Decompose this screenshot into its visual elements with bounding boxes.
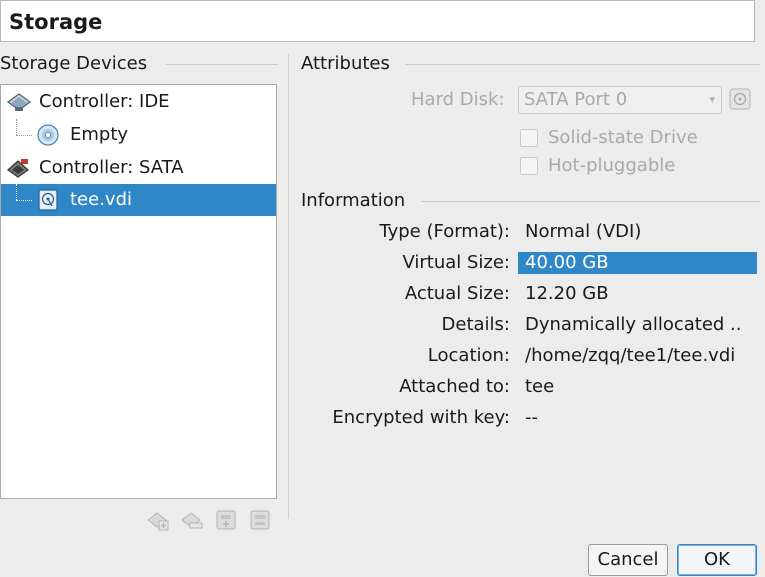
chevron-down-icon: ▾ [709, 93, 715, 106]
remove-controller-icon[interactable] [249, 508, 273, 532]
tree-connector [16, 200, 32, 202]
hard-disk-label: Hard Disk: [411, 89, 505, 110]
info-key-details: Details: [441, 314, 510, 335]
information-separator [421, 201, 760, 202]
tree-item-controller-ide[interactable]: Controller: IDE [1, 86, 276, 118]
tree-item-label: Controller: SATA [39, 157, 184, 178]
info-value-type: Normal (VDI) [525, 221, 642, 242]
add-controller-icon[interactable] [215, 508, 239, 532]
info-key-attached-to: Attached to: [399, 376, 510, 397]
info-value-encrypted: -- [525, 407, 538, 428]
tree-item-label: tee.vdi [70, 189, 133, 210]
info-key-type: Type (Format): [379, 221, 510, 242]
add-attachment-icon[interactable] [146, 508, 170, 532]
info-key-virtual-size: Virtual Size: [402, 252, 510, 273]
optical-disc-icon [35, 123, 61, 147]
tree-connector [16, 184, 18, 200]
tree-item-label: Controller: IDE [39, 91, 170, 112]
tree-item-controller-sata[interactable]: Controller: SATA [1, 152, 276, 184]
storage-devices-label: Storage Devices [0, 53, 148, 74]
ide-controller-icon [6, 90, 32, 114]
tree-item-label: Empty [70, 124, 129, 145]
choose-disk-icon[interactable] [729, 88, 751, 110]
solid-state-label: Solid-state Drive [548, 127, 698, 148]
hard-disk-select-value: SATA Port 0 [524, 89, 628, 110]
tree-connector [16, 119, 18, 135]
info-value-virtual-size: 40.00 GB [525, 252, 609, 273]
info-key-actual-size: Actual Size: [404, 283, 510, 304]
storage-devices-separator [166, 64, 278, 65]
attributes-label: Attributes [301, 53, 390, 74]
remove-attachment-icon[interactable] [180, 508, 204, 532]
info-value-attached-to: tee [525, 376, 555, 397]
solid-state-checkbox[interactable] [520, 129, 538, 147]
panel-splitter[interactable] [288, 54, 289, 519]
hard-disk-icon [35, 188, 61, 212]
sata-controller-icon [6, 156, 32, 180]
info-value-actual-size: 12.20 GB [525, 283, 609, 304]
tree-item-tee-vdi[interactable]: tee.vdi [1, 184, 276, 216]
info-value-details: Dynamically allocated .. [525, 314, 742, 335]
info-key-encrypted: Encrypted with key: [332, 407, 510, 428]
info-key-location: Location: [427, 345, 510, 366]
attributes-separator [405, 64, 760, 65]
storage-tree[interactable]: Controller: IDE Empty Controller: SATA t… [0, 84, 277, 499]
dialog-title: Storage [0, 0, 755, 42]
tree-connector [16, 135, 32, 137]
hot-pluggable-checkbox[interactable] [520, 157, 538, 175]
hard-disk-select[interactable]: SATA Port 0 ▾ [518, 86, 722, 114]
ok-button[interactable]: OK [677, 544, 757, 576]
info-value-location: /home/zqq/tee1/tee.vdi [525, 345, 736, 366]
cancel-button[interactable]: Cancel [588, 544, 668, 576]
information-label: Information [301, 190, 406, 211]
hot-pluggable-label: Hot-pluggable [548, 155, 676, 176]
tree-item-empty[interactable]: Empty [1, 119, 276, 151]
